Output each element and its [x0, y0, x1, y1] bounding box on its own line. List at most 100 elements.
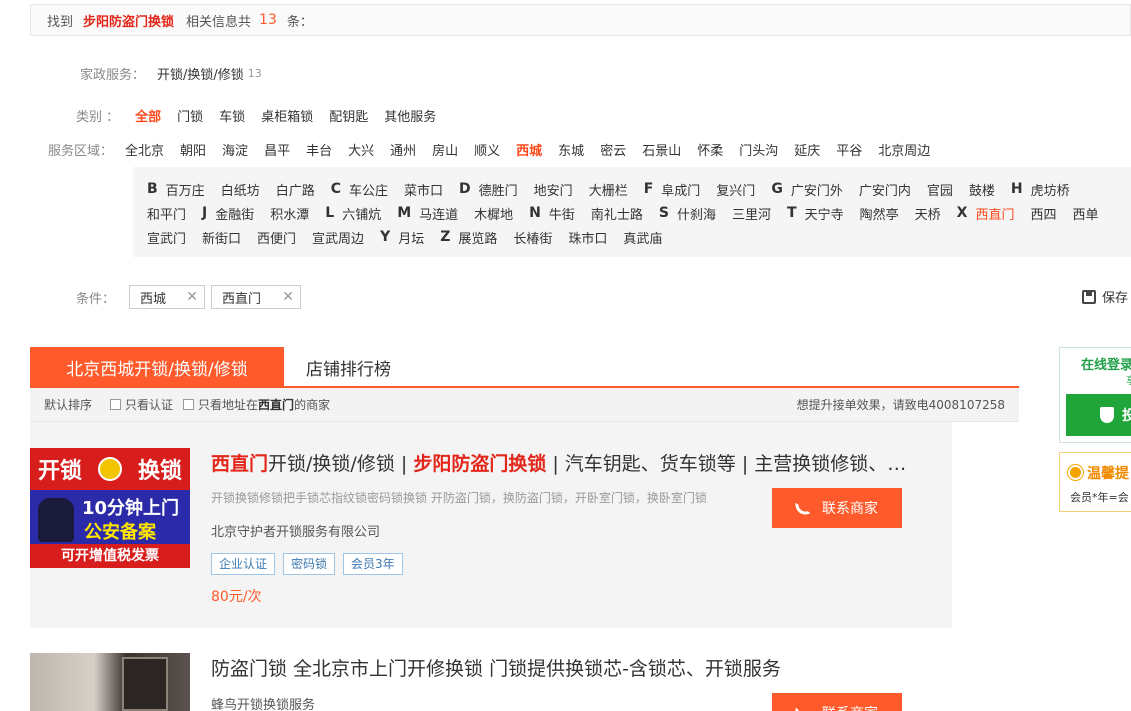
default-sort[interactable]: 默认排序 — [44, 396, 92, 413]
only-address-prefix[interactable]: 只看地址在 — [198, 396, 258, 413]
sub-area-option[interactable]: 月坛 — [398, 228, 424, 247]
sub-area-option[interactable]: 南礼士路 — [591, 204, 643, 223]
post-button[interactable]: 投 — [1066, 394, 1131, 436]
contact-merchant-button[interactable]: 联系商家 — [772, 693, 902, 711]
sub-area-letter: Z — [440, 229, 451, 245]
sub-area-option[interactable]: 地安门 — [534, 180, 573, 199]
sub-area-option[interactable]: 西便门 — [257, 228, 296, 247]
online-login-panel: 在线登录 享 投 — [1059, 347, 1131, 443]
tab-category[interactable]: 北京西城开锁/换锁/修锁 — [30, 347, 284, 387]
only-certified-checkbox[interactable] — [110, 399, 122, 410]
close-icon[interactable]: ✕ — [282, 289, 294, 305]
close-icon[interactable]: ✕ — [186, 289, 198, 305]
sub-area-option[interactable]: 虎坊桥 — [1031, 180, 1070, 199]
area-option[interactable]: 通州 — [390, 140, 416, 159]
sub-area-panel: B 百万庄 白纸坊 白广路 C 车公庄 菜市口 D 德胜门 地安门 大栅栏 F 阜成门 复兴门 G 广安门外广… — [133, 167, 1131, 257]
sub-area-option[interactable]: 六铺炕 — [342, 204, 381, 223]
area-option[interactable]: 东城 — [558, 140, 584, 159]
type-option[interactable]: 车锁 — [219, 106, 245, 125]
sub-area-option[interactable]: 积水潭 — [270, 204, 309, 223]
sub-area-option[interactable]: 大栅栏 — [589, 180, 628, 199]
sub-area-option[interactable]: 木樨地 — [474, 204, 513, 223]
title-text: 开锁/换锁/修锁 | — [268, 453, 414, 475]
condition-tag[interactable]: 西城 ✕ — [129, 285, 206, 309]
listing-title[interactable]: 西直门开锁/换锁/修锁 | 步阳防盗门换锁 | 汽车钥匙、货车锁等 | 主营换锁… — [211, 449, 906, 476]
thumb-text-time: 10分钟上门 — [82, 498, 180, 519]
area-option[interactable]: 北京周边 — [878, 140, 930, 159]
condition-tag[interactable]: 西直门 ✕ — [211, 285, 302, 309]
save-button[interactable]: 保存 — [1082, 287, 1128, 306]
area-option[interactable]: 海淀 — [222, 140, 248, 159]
sub-area-option[interactable]: 广安门内 — [859, 180, 911, 199]
sub-area-letter: J — [202, 205, 208, 221]
only-certified-label[interactable]: 只看认证 — [125, 396, 173, 413]
only-address-checkbox[interactable] — [183, 399, 195, 410]
sub-area-option[interactable]: 新街口 — [202, 228, 241, 247]
sub-area-option[interactable]: 三里河 — [732, 204, 771, 223]
sub-area-option[interactable]: 车公庄 — [349, 180, 388, 199]
sub-area-option[interactable]: 菜市口 — [404, 180, 443, 199]
listing-company[interactable]: 蜂鸟开锁换锁服务 — [211, 694, 315, 711]
sub-area-option[interactable]: 白广路 — [276, 180, 315, 199]
listing-thumbnail[interactable] — [30, 653, 190, 711]
area-option[interactable]: 密云 — [600, 140, 626, 159]
sub-area-option[interactable]: 宣武周边 — [312, 228, 364, 247]
area-option[interactable]: 全北京 — [125, 140, 164, 159]
contact-label: 联系商家 — [822, 703, 878, 711]
sub-area-option[interactable]: 复兴门 — [716, 180, 755, 199]
type-option[interactable]: 其他服务 — [384, 106, 436, 125]
area-option[interactable]: 门头沟 — [739, 140, 778, 159]
type-option[interactable]: 桌柜箱锁 — [261, 106, 313, 125]
sub-area-option[interactable]: 百万庄 — [166, 180, 205, 199]
title-highlight: 步阳防盗门换锁 — [413, 453, 547, 475]
area-option[interactable]: 西城 — [516, 140, 542, 159]
type-option[interactable]: 配钥匙 — [329, 106, 368, 125]
sub-area-option[interactable]: 鼓楼 — [969, 180, 995, 199]
listing-title[interactable]: 防盗门锁 全北京市上门开修换锁 门锁提供换锁芯-含锁芯、开锁服务 — [211, 654, 781, 681]
sub-area-option[interactable]: 宣武门 — [147, 228, 186, 247]
area-option[interactable]: 房山 — [432, 140, 458, 159]
area-option[interactable]: 怀柔 — [697, 140, 723, 159]
sub-area-option[interactable]: 什刹海 — [677, 204, 716, 223]
area-option[interactable]: 延庆 — [794, 140, 820, 159]
sub-area-option[interactable]: 牛街 — [549, 204, 575, 223]
area-option[interactable]: 丰台 — [306, 140, 332, 159]
sub-area-option[interactable]: 德胜门 — [479, 180, 518, 199]
sub-area-option[interactable]: 金融街 — [215, 204, 254, 223]
sub-area-option[interactable]: 西直门 — [975, 204, 1014, 223]
listing-company[interactable]: 北京守护者开锁服务有限公司 — [211, 521, 380, 540]
category-path-value[interactable]: 开锁/换锁/修锁 — [157, 64, 244, 83]
sub-area-option[interactable]: 和平门 — [147, 204, 186, 223]
type-option[interactable]: 全部 — [135, 106, 161, 125]
sub-area-option[interactable]: 天宁寺 — [805, 204, 844, 223]
area-option[interactable]: 大兴 — [348, 140, 374, 159]
sub-area-option[interactable]: 西四 — [1030, 204, 1056, 223]
result-count: 13 — [259, 12, 277, 28]
area-option[interactable]: 昌平 — [264, 140, 290, 159]
thumb-text-change: 换锁 — [137, 459, 182, 484]
area-option[interactable]: 平谷 — [836, 140, 862, 159]
listing-thumbnail[interactable]: 开锁 换锁 10分钟上门 公安备案 可开增值税发票 — [30, 448, 190, 568]
sub-area-option[interactable]: 珠市口 — [568, 228, 607, 247]
sub-area-option[interactable]: 长椿街 — [513, 228, 552, 247]
sub-area-option[interactable]: 展览路 — [458, 228, 497, 247]
area-option[interactable]: 顺义 — [474, 140, 500, 159]
sub-area-option[interactable]: 陶然亭 — [860, 204, 899, 223]
type-option[interactable]: 门锁 — [177, 106, 203, 125]
sub-area-option[interactable]: 马连道 — [419, 204, 458, 223]
sub-area-option[interactable]: 真武庙 — [623, 228, 662, 247]
sub-area-option[interactable]: 广安门外 — [791, 180, 843, 199]
sub-area-option[interactable]: 阜成门 — [661, 180, 700, 199]
contact-merchant-button[interactable]: 联系商家 — [772, 488, 902, 528]
sun-icon — [1070, 467, 1081, 478]
sub-area-option[interactable]: 官园 — [927, 180, 953, 199]
category-path-count: 13 — [247, 67, 262, 80]
tab-shop-ranking[interactable]: 店铺排行榜 — [306, 355, 391, 380]
sub-area-letter: D — [459, 181, 471, 197]
sub-area-option[interactable]: 天桥 — [915, 204, 941, 223]
sub-area-option[interactable]: 西单 — [1072, 204, 1098, 223]
area-option[interactable]: 朝阳 — [180, 140, 206, 159]
sub-area-option[interactable]: 白纸坊 — [221, 180, 260, 199]
area-option[interactable]: 石景山 — [642, 140, 681, 159]
sort-bar: 默认排序 只看认证 只看地址在 西直门 的商家 想提升接单效果，请致电4008107… — [30, 388, 1019, 422]
